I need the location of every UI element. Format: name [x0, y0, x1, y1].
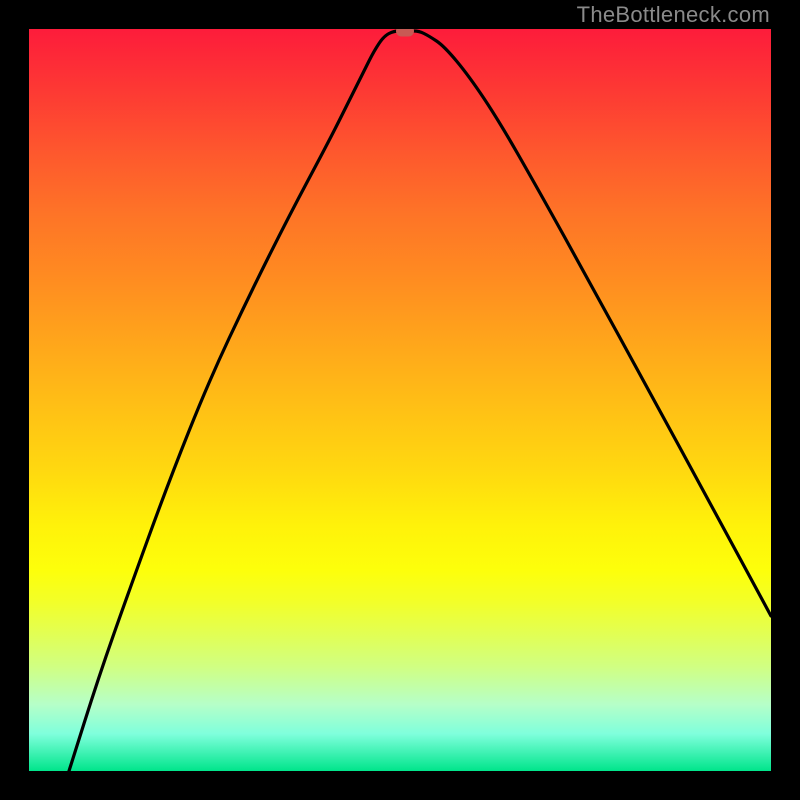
bottleneck-curve — [29, 29, 771, 771]
chart-plot-area — [29, 29, 771, 771]
optimal-marker — [396, 29, 414, 37]
watermark-text: TheBottleneck.com — [577, 2, 770, 28]
